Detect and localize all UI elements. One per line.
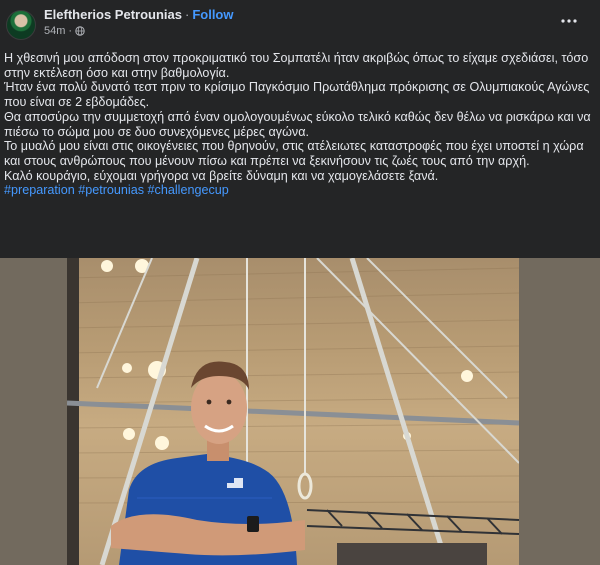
hashtag-petrounias[interactable]: #petrounias xyxy=(78,183,144,197)
meta-dot: · xyxy=(68,25,73,37)
post-media xyxy=(0,258,600,565)
paragraph-5: Καλό κουράγιο, εύχομαι γρήγορα να βρείτε… xyxy=(4,168,439,183)
globe-icon xyxy=(75,26,85,36)
hashtag-line: #preparation #petrounias #challengecup xyxy=(4,183,592,198)
post-header: Eleftherios Petrounias · Follow 54m · xyxy=(0,0,600,40)
hashtag-challengecup[interactable]: #challengecup xyxy=(148,183,229,197)
hashtag-preparation[interactable]: #preparation xyxy=(4,183,75,197)
paragraph-1: Η χθεσινή μου απόδοση στον προκριματικό … xyxy=(4,51,589,80)
profile-avatar[interactable] xyxy=(6,10,36,40)
paragraph-4: Το μυαλό μου είναι στις οικογένειες που … xyxy=(4,139,584,168)
post-photo[interactable] xyxy=(67,258,519,565)
paragraph-3: Θα αποσύρω την συμμετοχή από έναν ομολογ… xyxy=(4,109,591,139)
more-options-icon[interactable] xyxy=(558,10,580,32)
post-meta: 54m · xyxy=(44,25,85,37)
author-name[interactable]: Eleftherios Petrounias xyxy=(44,7,182,22)
photo-illustration xyxy=(67,258,519,565)
post-body: Η χθεσινή μου απόδοση στον προκριματικό … xyxy=(4,51,592,198)
post-time[interactable]: 54m xyxy=(44,25,65,37)
name-separator: · xyxy=(184,7,190,22)
paragraph-2: Ήταν ένα πολύ δυνατό τεστ πριν το κρίσιμ… xyxy=(4,80,590,110)
follow-button[interactable]: Follow xyxy=(192,7,233,22)
author-line: Eleftherios Petrounias · Follow xyxy=(44,7,234,22)
